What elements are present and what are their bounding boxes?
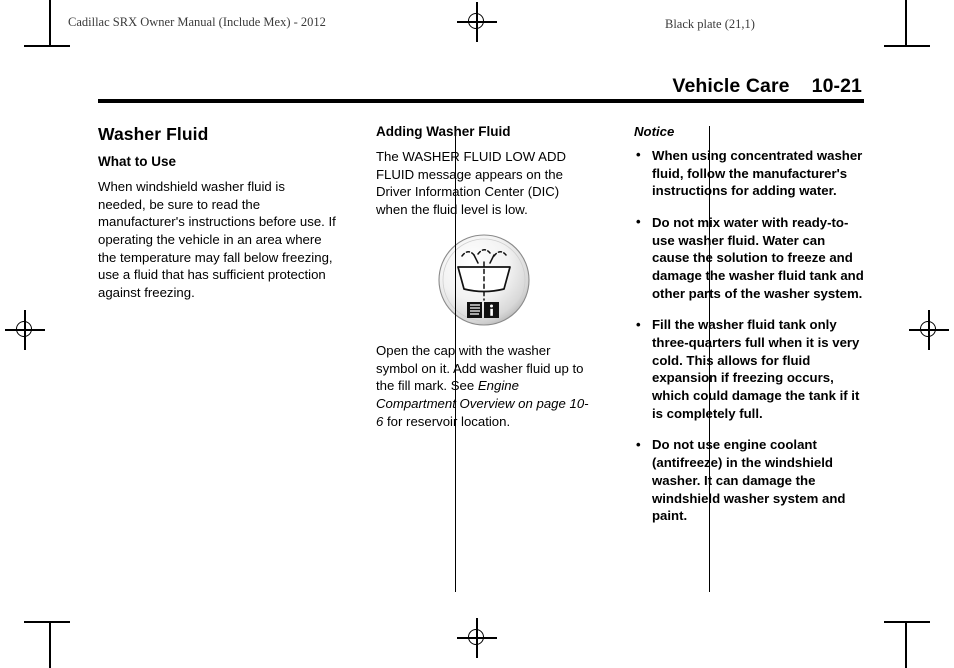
trim-mark-top-right-vertical xyxy=(905,0,907,46)
column-divider-rule-2 xyxy=(709,126,711,592)
list-item-text: Fill the washer fluid tank only three-qu… xyxy=(652,317,860,421)
registration-mark-top xyxy=(457,2,497,42)
registration-mark-left xyxy=(5,310,45,350)
list-item-text: When using concentrated washer fluid, fo… xyxy=(652,147,863,199)
list-item-text: Do not use engine coolant (antifreeze) i… xyxy=(652,437,846,524)
trim-mark-bottom-right-vertical xyxy=(905,622,907,668)
page-header: Vehicle Care 10-21 xyxy=(98,75,864,97)
running-head-left: Cadillac SRX Owner Manual (Include Mex) … xyxy=(68,15,326,29)
column-left: Washer Fluid What to Use When windshield… xyxy=(98,124,356,594)
paragraph-open-cap: Open the cap with the washer symbol on i… xyxy=(376,342,592,430)
page-body: Washer Fluid What to Use When windshield… xyxy=(98,124,864,594)
registration-mark-bottom xyxy=(457,618,497,658)
registration-mark-right xyxy=(909,310,949,350)
subheading-what-to-use: What to Use xyxy=(98,154,177,170)
trim-mark-bottom-left-horizontal xyxy=(24,621,70,623)
notice-bullet-list: • When using concentrated washer fluid, … xyxy=(634,147,864,525)
paragraph-dic-message: The WASHER FLUID LOW ADD FLUID message a… xyxy=(376,149,567,217)
figure-washer-cap xyxy=(376,232,592,328)
trim-mark-bottom-right-horizontal xyxy=(884,621,930,623)
paragraph-what-to-use: When windshield washer fluid is needed, … xyxy=(98,179,336,300)
subheading-adding-washer-fluid: Adding Washer Fluid xyxy=(376,124,511,139)
trim-mark-bottom-left-vertical xyxy=(49,622,51,668)
column-middle: Adding Washer Fluid The WASHER FLUID LOW… xyxy=(356,124,612,594)
column-divider-rule-1 xyxy=(455,126,457,592)
running-head-right: Black plate (21,1) xyxy=(665,17,755,31)
list-item: • When using concentrated washer fluid, … xyxy=(634,147,864,200)
list-item: • Do not use engine coolant (antifreeze)… xyxy=(634,436,864,524)
heading-washer-fluid: Washer Fluid xyxy=(98,124,209,144)
bullet-marker: • xyxy=(636,214,641,230)
list-item-text: Do not mix water with ready-to-use washe… xyxy=(652,214,864,301)
list-item: • Fill the washer fluid tank only three-… xyxy=(634,316,864,422)
notice-label: Notice xyxy=(634,124,675,139)
page-section-title: Vehicle Care xyxy=(672,75,790,97)
column-right: Notice • When using concentrated washer … xyxy=(612,124,864,594)
washer-fluid-cap-symbol-icon xyxy=(438,234,530,326)
paragraph-open-cap-text-2: for reservoir location. xyxy=(383,413,511,429)
trim-mark-top-left-horizontal xyxy=(24,45,70,47)
bullet-marker: • xyxy=(636,316,641,332)
page-header-rule xyxy=(98,99,864,103)
page-number: 10-21 xyxy=(811,75,862,97)
trim-mark-top-right-horizontal xyxy=(884,45,930,47)
trim-mark-top-left-vertical xyxy=(49,0,51,46)
bullet-marker: • xyxy=(636,147,641,163)
bullet-marker: • xyxy=(636,436,641,452)
list-item: • Do not mix water with ready-to-use was… xyxy=(634,214,864,302)
